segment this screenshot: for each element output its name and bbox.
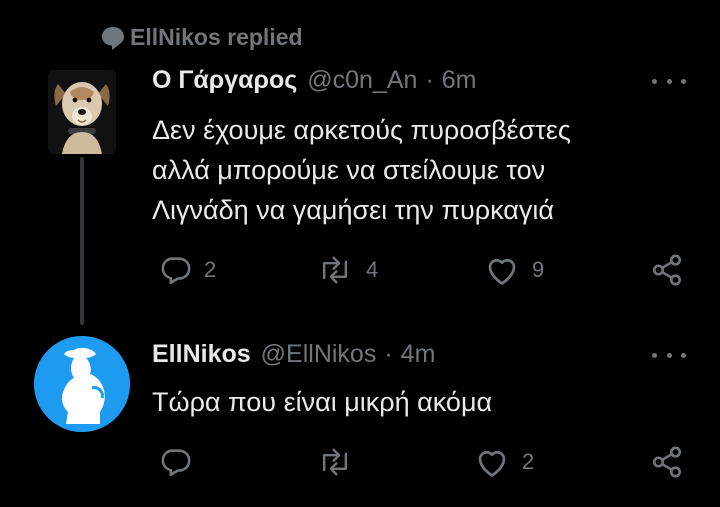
share-icon <box>650 253 684 287</box>
reply-icon <box>158 445 192 479</box>
heart-icon <box>474 445 510 479</box>
tweet-1-share-button[interactable] <box>650 250 684 290</box>
tweet-2-header: EllNikos @EllNikos · 4m <box>152 340 435 369</box>
tweet-2-line: Τώρα που είναι μικρή ακόμα <box>152 387 493 417</box>
tweet-1-line: Δεν έχουμε αρκετούς πυροσβέστες <box>152 115 571 145</box>
retweet-icon <box>316 253 354 287</box>
tweet-2-timestamp[interactable]: 4m <box>401 340 436 369</box>
tweet-1-header: Ο Γάργαρος @c0n_An · 6m <box>152 66 477 95</box>
speech-bubble-icon <box>100 25 126 51</box>
tweet-2-author-name[interactable]: EllNikos <box>152 340 251 369</box>
heart-icon <box>484 253 520 287</box>
retweet-icon <box>316 445 354 479</box>
reply-context-text[interactable]: EllNikos replied <box>130 24 303 51</box>
reply-context: EllNikos replied <box>100 22 303 52</box>
reply-icon <box>158 253 192 287</box>
thread-line <box>80 157 84 325</box>
tweet-2-retweet-button[interactable] <box>316 442 366 482</box>
tweet-1-line: αλλά μπορούμε να στείλουμε τον <box>152 155 546 185</box>
tweet-1-retweet-count: 4 <box>366 257 379 282</box>
tweet-2-text: Τώρα που είναι μικρή ακόμα <box>152 382 692 422</box>
tweet-1-retweet-button[interactable]: 4 <box>316 250 378 290</box>
tweet-1-line: Λιγνάδη να γαμήσει την πυρκαγιά <box>152 195 555 225</box>
avatar-ellnikos[interactable] <box>34 336 130 432</box>
tweet-2-like-button[interactable]: 2 <box>474 442 534 482</box>
separator-dot: · <box>425 66 434 94</box>
tweet-1-author-name[interactable]: Ο Γάργαρος <box>152 66 297 95</box>
tweet-1-more-icon[interactable] <box>652 72 686 90</box>
tweet-1-author-handle[interactable]: @c0n_An <box>307 66 417 95</box>
separator-dot: · <box>384 340 393 368</box>
avatar-garga[interactable] <box>48 70 116 154</box>
tweet-1-like-count: 9 <box>532 257 545 282</box>
share-icon <box>650 445 684 479</box>
tweet-2-more-icon[interactable] <box>652 346 686 364</box>
tweet-1-timestamp[interactable]: 6m <box>442 66 477 95</box>
tweet-1-like-button[interactable]: 9 <box>484 250 544 290</box>
tweet-1-text: Δεν έχουμε αρκετούς πυροσβέστες αλλά μπο… <box>152 110 692 230</box>
tweet-2-like-count: 2 <box>522 449 535 474</box>
tweet-2-reply-button[interactable] <box>158 442 204 482</box>
tweet-2-author-handle[interactable]: @EllNikos <box>261 340 377 369</box>
tweet-2-share-button[interactable] <box>650 442 684 482</box>
tweet-1-reply-count: 2 <box>204 257 217 282</box>
tweet-1-reply-button[interactable]: 2 <box>158 250 216 290</box>
